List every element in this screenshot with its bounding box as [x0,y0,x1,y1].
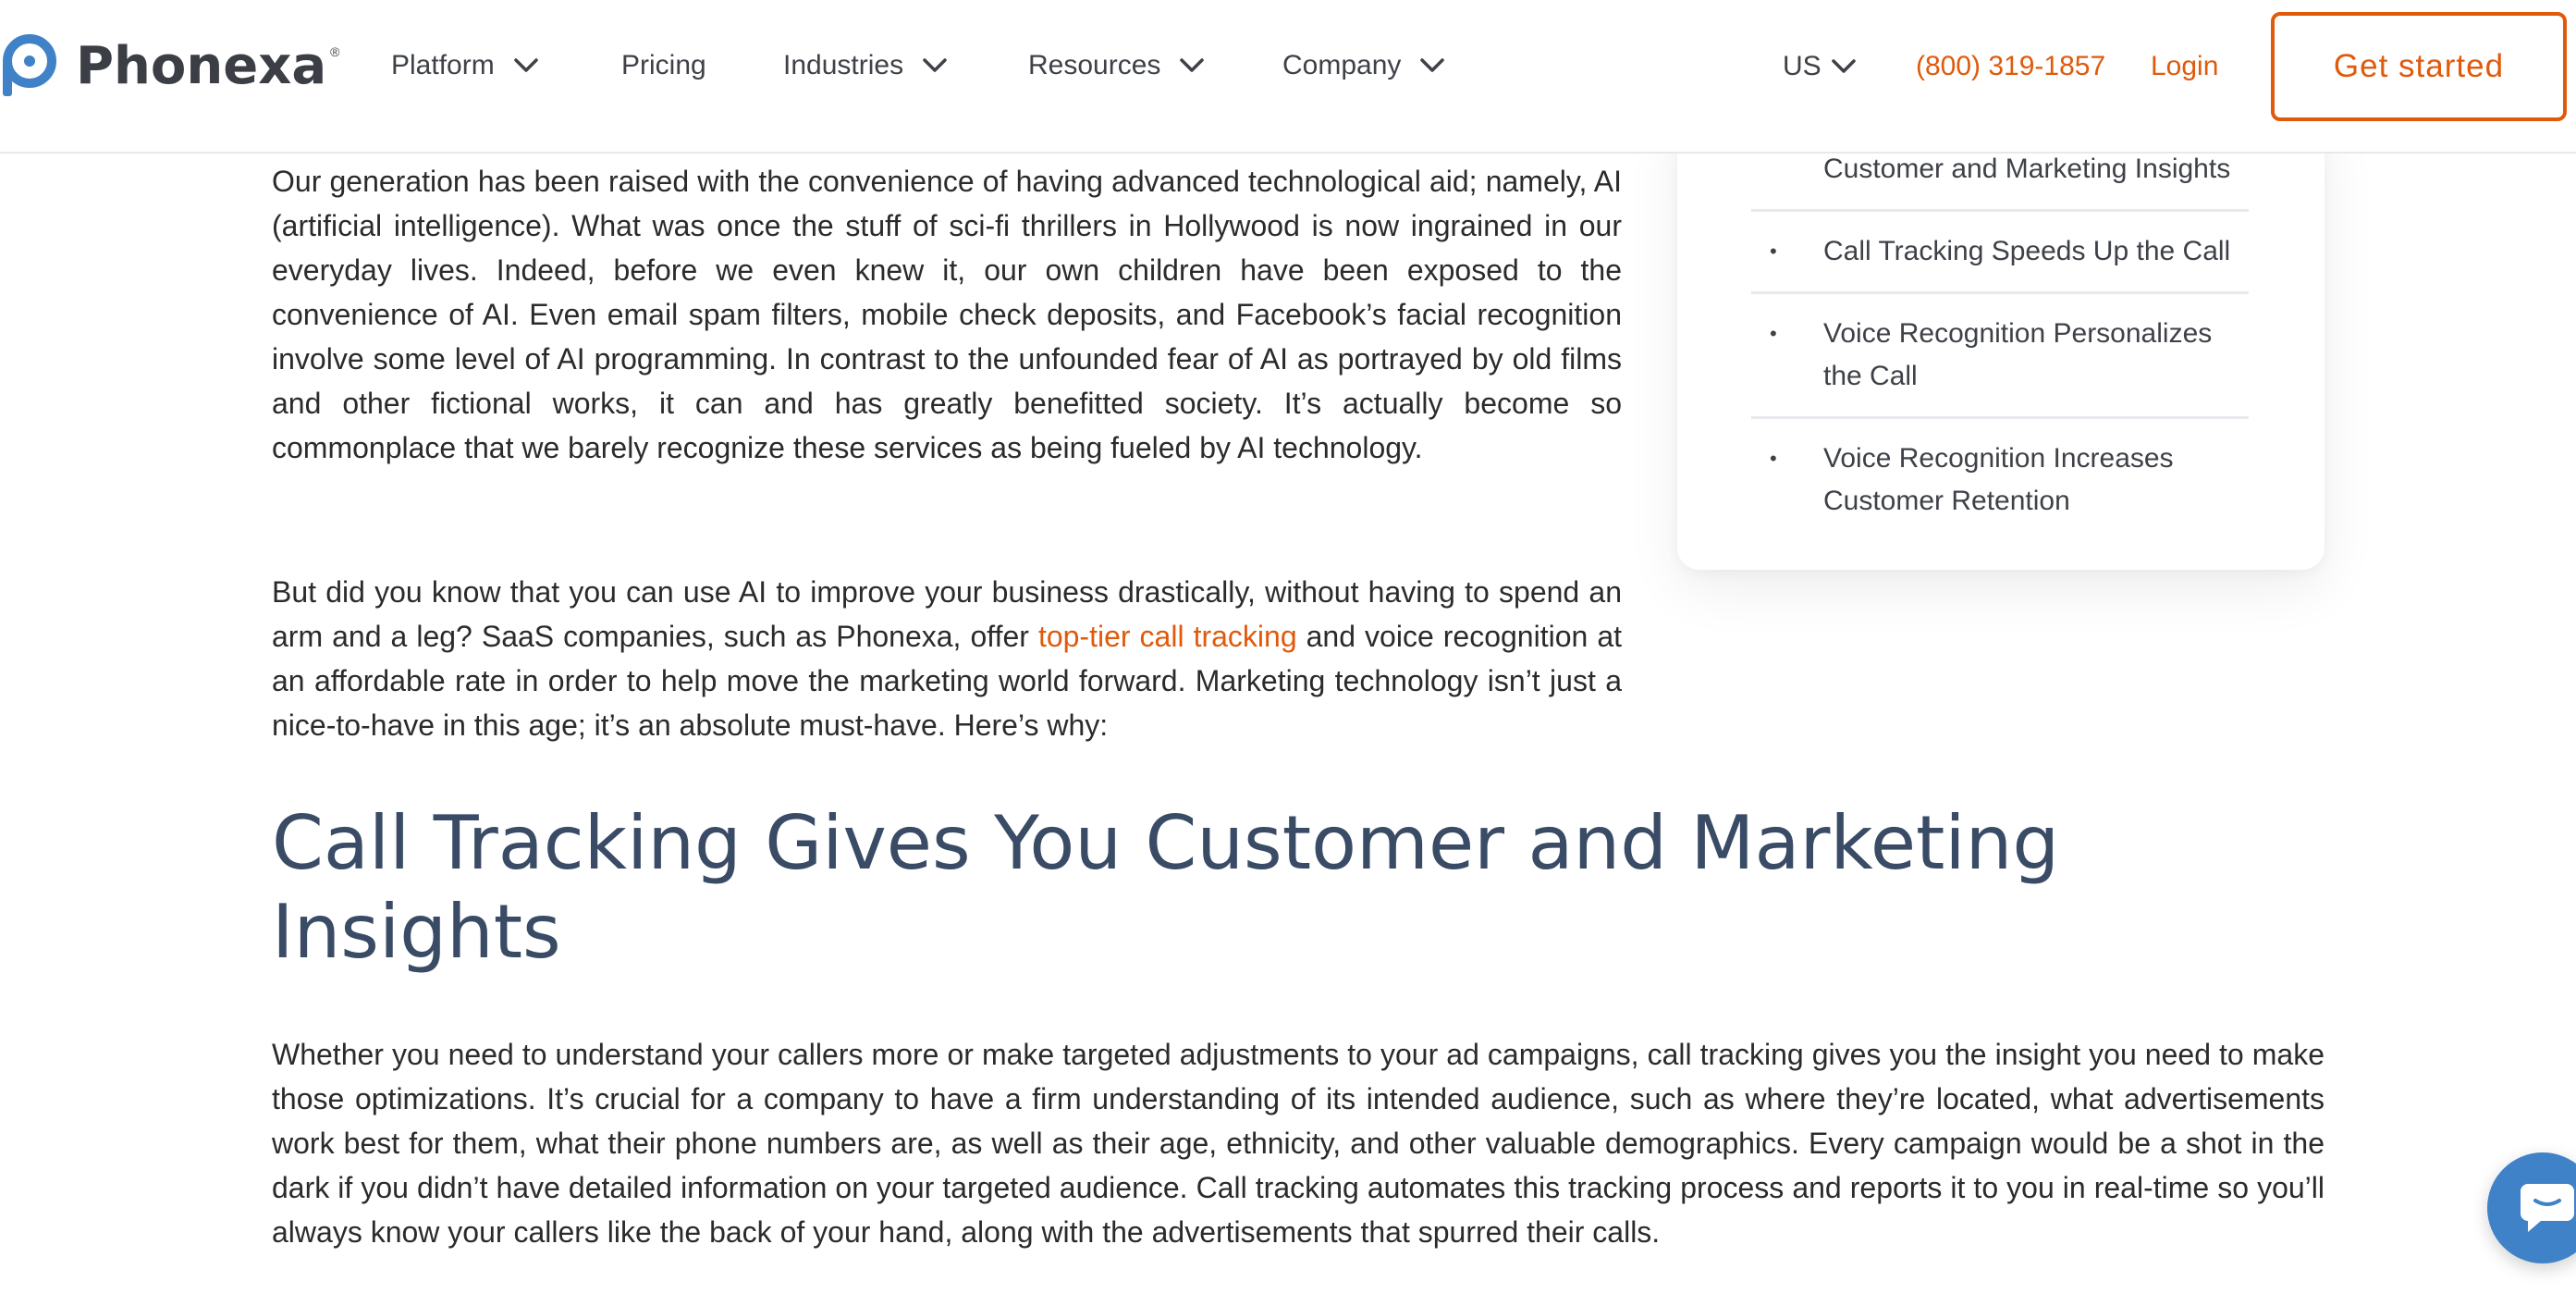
toc-bullet: • [1770,240,1777,263]
login-link[interactable]: Login [2151,46,2218,87]
article-paragraph-intro: Our generation has been raised with the … [272,165,1622,464]
section-heading: Call Tracking Gives You Customer and Mar… [272,800,2060,975]
nav-company[interactable]: Company [1282,44,1445,87]
nav-resources-label: Resources [1028,50,1161,80]
nav-platform[interactable]: Platform [391,44,539,87]
registered-mark: ® [330,44,340,59]
region-selector[interactable]: US [1783,46,1857,87]
toc-item-label: Voice Recognition Increases Customer Ret… [1823,443,2174,516]
nav-pricing[interactable]: Pricing [621,44,706,87]
toc-item-speeds-up-call[interactable]: • Call Tracking Speeds Up the Call [1751,212,2249,291]
top-navigation-bar: Phonexa ® Platform Pricing Industries Re… [0,0,2576,154]
brand-name: Phonexa [76,35,327,96]
nav-company-label: Company [1282,50,1402,80]
region-label: US [1783,51,1822,81]
chevron-down-icon [1180,58,1205,72]
article-paragraph-saas: But did you know that you can use AI to … [272,570,1622,747]
toc-item-personalizes-call[interactable]: • Voice Recognition Personalizes the Cal… [1751,294,2249,416]
toc-item-customer-retention[interactable]: • Voice Recognition Increases Customer R… [1751,419,2249,541]
chevron-down-icon [923,58,947,72]
brand-logo[interactable]: Phonexa ® [0,33,339,98]
toc-list: Customer and Marketing Insights • Call T… [1751,148,2249,541]
nav-resources[interactable]: Resources [1028,44,1205,87]
nav-industries[interactable]: Industries [783,44,948,87]
toc-item-customer-marketing-insights[interactable]: Customer and Marketing Insights [1751,148,2249,209]
article-paragraph-insights: Whether you need to understand your call… [272,1038,2325,1249]
toc-bullet: • [1770,447,1777,470]
toc-item-label: Voice Recognition Personalizes the Call [1823,318,2213,391]
toc-item-label: Call Tracking Speeds Up the Call [1823,236,2231,266]
phone-link[interactable]: (800) 319-1857 [1916,46,2105,87]
toc-bullet: • [1770,322,1777,345]
nav-platform-label: Platform [391,50,495,80]
phonexa-logo-icon [3,34,56,96]
chevron-down-icon [1420,58,1445,72]
chevron-down-icon [1831,59,1856,73]
nav-pricing-label: Pricing [621,50,706,80]
table-of-contents-card: Customer and Marketing Insights • Call T… [1677,111,2325,570]
chevron-down-icon [513,58,538,72]
chat-launcher-button[interactable] [2487,1152,2576,1263]
chat-bubble-icon [2521,1184,2574,1232]
get-started-button[interactable]: Get started [2271,12,2567,121]
nav-industries-label: Industries [783,50,904,80]
call-tracking-link[interactable]: top-tier call tracking [1038,620,1297,653]
toc-item-label: Customer and Marketing Insights [1823,154,2231,184]
